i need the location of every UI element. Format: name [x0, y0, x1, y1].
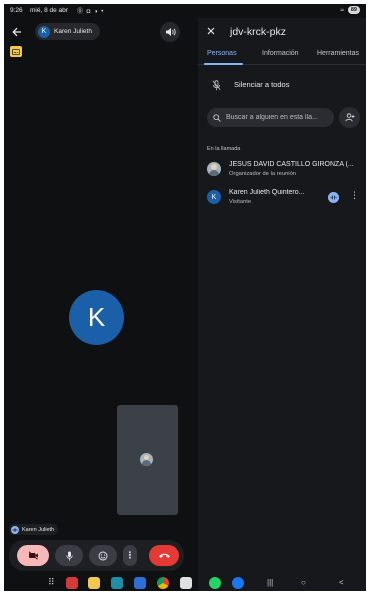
camera-off-icon — [28, 551, 38, 560]
person-add-icon — [344, 113, 354, 122]
more-options-button[interactable]: ⋮ — [123, 545, 137, 566]
call-area: K Karen Julieth K Karen Julieth ⋮ — [4, 18, 196, 591]
active-tab-indicator — [204, 63, 243, 65]
status-bar: 9:26 mié, 8 de abr ⓪ ◘ ◑ • ≈ 89 — [4, 4, 366, 18]
wifi-icon: ≈ — [340, 6, 344, 14]
search-icon — [213, 113, 221, 122]
participant-row[interactable]: JESUS DAVID CASTILLO GIRONZA (... Organi… — [198, 158, 366, 180]
screen: 9:26 mié, 8 de abr ⓪ ◘ ◑ • ≈ 89 K Karen … — [4, 4, 366, 591]
mic-off-icon — [212, 80, 221, 91]
reactions-button[interactable] — [89, 545, 117, 566]
app-icon-blue[interactable] — [134, 577, 146, 589]
participant-avatar-large: K — [69, 290, 124, 345]
self-name: Karen Julieth — [22, 526, 55, 533]
chrome-icon[interactable] — [157, 577, 169, 589]
status-date: mié, 8 de abr — [30, 7, 68, 14]
self-avatar — [140, 453, 153, 466]
mute-all-label: Silenciar a todos — [234, 80, 290, 89]
back-button[interactable] — [12, 27, 22, 39]
participant-avatar — [207, 162, 221, 176]
participant-role: Visitante — [229, 199, 252, 205]
close-panel-button[interactable] — [207, 27, 215, 38]
speaker-avatar: K — [38, 25, 50, 38]
participant-role: Organizador de la reunión — [229, 171, 297, 177]
mute-all-button[interactable]: Silenciar a todos — [198, 78, 366, 92]
speaking-indicator-icon — [328, 192, 339, 203]
end-call-button[interactable] — [149, 545, 179, 566]
participant-more-button[interactable]: ⋮ — [350, 191, 359, 200]
app-icon-teal[interactable] — [111, 577, 123, 589]
facebook-icon[interactable] — [232, 577, 244, 589]
emoji-icon — [98, 551, 108, 560]
panel-tabs: Personas Información Herramientas — [198, 48, 366, 63]
microphone-toggle-button[interactable] — [55, 545, 83, 566]
self-name-label: Karen Julieth — [9, 524, 59, 535]
captions-icon — [12, 48, 20, 55]
app-icon-gray[interactable] — [180, 577, 192, 589]
camera-toggle-button[interactable] — [17, 545, 49, 566]
whatsapp-icon[interactable] — [209, 577, 221, 589]
self-view-tile[interactable] — [117, 405, 178, 515]
more-vert-icon: ⋮ — [125, 550, 135, 560]
notification-icons: ⓪ ◘ ◑ • — [77, 9, 105, 15]
call-controls: ⋮ — [9, 540, 184, 571]
speaker-icon — [165, 28, 176, 36]
participant-name: JESUS DAVID CASTILLO GIRONZA (... — [229, 161, 354, 168]
search-participants-input[interactable]: Buscar a alguien en esta lla... — [207, 108, 334, 127]
status-time: 9:26 — [10, 7, 23, 14]
app-icon-yellow[interactable] — [88, 577, 100, 589]
tab-informacion[interactable]: Información — [262, 50, 299, 57]
microphone-icon — [65, 551, 73, 561]
captions-button[interactable] — [10, 46, 22, 57]
recent-apps-button[interactable]: ||| — [267, 578, 273, 587]
speaker-name: Karen Julieth — [54, 28, 92, 35]
participant-name: Karen Julieth Quintero... — [229, 189, 305, 196]
tab-herramientas[interactable]: Herramientas — [317, 50, 359, 57]
active-speaker-chip[interactable]: K Karen Julieth — [35, 23, 100, 40]
close-icon — [207, 27, 215, 35]
tab-personas[interactable]: Personas — [207, 50, 237, 57]
meeting-code: jdv-krck-pkz — [230, 26, 287, 38]
battery-indicator: 89 — [347, 6, 360, 14]
people-panel: jdv-krck-pkz Personas Información Herram… — [198, 18, 366, 591]
phone-end-icon — [158, 553, 170, 558]
audio-output-button[interactable] — [160, 22, 180, 42]
participant-avatar: K — [207, 190, 221, 204]
audio-level-icon — [11, 525, 19, 534]
back-nav-button[interactable]: < — [339, 578, 344, 587]
app-icon-red[interactable] — [66, 577, 78, 589]
search-placeholder: Buscar a alguien en esta lla... — [226, 114, 318, 121]
add-people-button[interactable] — [339, 107, 360, 128]
arrow-left-icon — [12, 27, 21, 37]
apps-grid-button[interactable]: ⠿ — [48, 577, 55, 588]
participant-row[interactable]: K Karen Julieth Quintero... Visitante ⋮ — [198, 186, 366, 208]
section-in-call: En la llamada — [207, 146, 241, 152]
home-button[interactable]: ○ — [301, 578, 306, 587]
navigation-bar: ⠿ ||| ○ < — [4, 575, 366, 591]
